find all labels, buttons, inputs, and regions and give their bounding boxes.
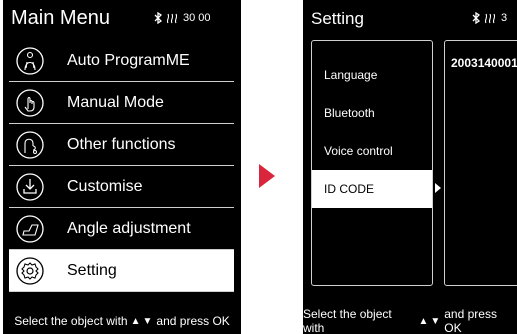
menu-item-label: Manual Mode bbox=[67, 93, 164, 111]
option-label: Bluetooth bbox=[324, 106, 375, 120]
menu-item-label: Customise bbox=[67, 177, 143, 195]
other-functions-icon bbox=[15, 130, 45, 160]
option-label: Voice control bbox=[324, 144, 393, 158]
main-menu-header: Main Menu 30 00 bbox=[3, 0, 241, 36]
main-menu-list: Auto ProgramME Manual Mode Other functio… bbox=[9, 40, 234, 292]
down-triangle-icon: ▼ bbox=[430, 315, 441, 327]
option-bluetooth[interactable]: Bluetooth bbox=[312, 94, 432, 132]
status-value: 30 00 bbox=[183, 12, 211, 24]
setting-gear-icon bbox=[15, 256, 45, 286]
setting-screen: Setting 3 Language Bluetooth Voice contr… bbox=[303, 0, 517, 334]
menu-item-angle-adjustment[interactable]: Angle adjustment bbox=[9, 208, 234, 250]
menu-item-auto-program[interactable]: Auto ProgramME bbox=[9, 40, 234, 82]
option-label: Language bbox=[324, 68, 378, 82]
footer-hint-text: and press OK bbox=[156, 314, 230, 328]
setting-title: Setting bbox=[311, 9, 364, 28]
id-code-panel: 2003140001 bbox=[444, 40, 517, 286]
status-bar: 3 bbox=[471, 12, 507, 24]
setting-options-list: Language Bluetooth Voice control ID CODE bbox=[311, 40, 433, 286]
heat-icon bbox=[166, 12, 180, 24]
transition-arrow-icon bbox=[259, 164, 275, 188]
selection-pointer-icon bbox=[435, 183, 441, 193]
option-label: ID CODE bbox=[324, 182, 375, 196]
menu-item-other-functions[interactable]: Other functions bbox=[9, 124, 234, 166]
menu-item-label: Auto ProgramME bbox=[67, 51, 190, 69]
menu-item-setting[interactable]: Setting bbox=[9, 250, 234, 292]
auto-program-icon bbox=[15, 46, 45, 76]
angle-adjustment-icon bbox=[15, 214, 45, 244]
status-value: 3 bbox=[501, 12, 508, 24]
option-id-code[interactable]: ID CODE bbox=[312, 170, 432, 208]
status-bar: 30 00 bbox=[153, 12, 211, 24]
menu-item-label: Angle adjustment bbox=[67, 219, 191, 237]
setting-header: Setting 3 bbox=[303, 0, 517, 36]
footer-hint-text: and press OK bbox=[444, 307, 497, 334]
footer-hint: Select the object with ▲ ▼ and press OK bbox=[303, 307, 517, 334]
customise-icon bbox=[15, 172, 45, 202]
heat-icon bbox=[484, 12, 498, 24]
menu-item-label: Setting bbox=[67, 261, 117, 279]
main-menu-title: Main Menu bbox=[11, 7, 110, 29]
bluetooth-icon bbox=[471, 12, 481, 24]
menu-item-customise[interactable]: Customise bbox=[9, 166, 234, 208]
id-code-value: 2003140001 bbox=[451, 56, 517, 70]
down-triangle-icon: ▼ bbox=[142, 315, 153, 327]
main-menu-screen: Main Menu 30 00 Auto ProgramME Manual Mo… bbox=[3, 0, 241, 334]
manual-mode-icon bbox=[15, 88, 45, 118]
footer-hint: Select the object with ▲ ▼ and press OK bbox=[3, 308, 241, 334]
footer-hint-text: Select the object with bbox=[303, 307, 392, 334]
menu-item-label: Other functions bbox=[67, 135, 176, 153]
option-language[interactable]: Language bbox=[312, 56, 432, 94]
up-triangle-icon: ▲ bbox=[130, 315, 141, 327]
menu-item-manual-mode[interactable]: Manual Mode bbox=[9, 82, 234, 124]
footer-hint-text: Select the object with bbox=[14, 314, 128, 328]
bluetooth-icon bbox=[153, 12, 163, 24]
option-voice-control[interactable]: Voice control bbox=[312, 132, 432, 170]
up-triangle-icon: ▲ bbox=[418, 315, 429, 327]
